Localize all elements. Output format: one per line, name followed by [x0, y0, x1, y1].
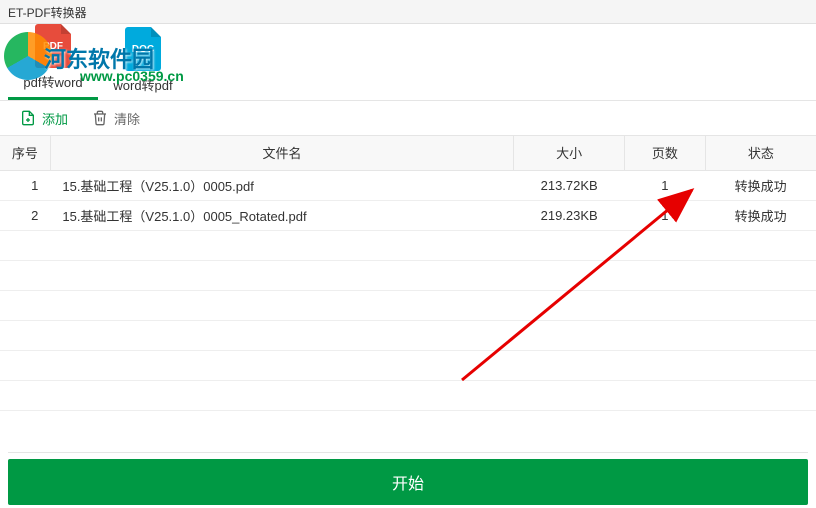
cell-pages: 1 — [625, 200, 706, 230]
tab-word-to-pdf[interactable]: DOC word转pdf — [98, 27, 188, 100]
add-button[interactable]: 添加 — [20, 109, 68, 128]
clear-label: 清除 — [114, 109, 140, 128]
start-button[interactable]: 开始 — [8, 459, 808, 505]
toolbar: 添加 清除 — [0, 100, 816, 136]
title-bar: ET-PDF转换器 — [0, 0, 816, 24]
col-header-pages: 页数 — [625, 136, 706, 170]
cell-size: 213.72KB — [514, 170, 625, 200]
col-header-status: 状态 — [705, 136, 816, 170]
cell-status: 转换成功 — [705, 200, 816, 230]
file-table-container: 序号 文件名 大小 页数 状态 1 15.基础工程（V25.1.0）0005.p… — [0, 136, 816, 438]
table-row[interactable]: 1 15.基础工程（V25.1.0）0005.pdf 213.72KB 1 转换… — [0, 170, 816, 200]
add-file-icon — [20, 110, 36, 126]
table-row — [0, 260, 816, 290]
add-label: 添加 — [42, 109, 68, 128]
file-table: 序号 文件名 大小 页数 状态 1 15.基础工程（V25.1.0）0005.p… — [0, 136, 816, 438]
cell-name: 15.基础工程（V25.1.0）0005_Rotated.pdf — [50, 200, 513, 230]
cell-size: 219.23KB — [514, 200, 625, 230]
table-row — [0, 290, 816, 320]
table-row — [0, 320, 816, 350]
trash-icon — [92, 110, 108, 126]
table-row — [0, 230, 816, 260]
clear-button[interactable]: 清除 — [92, 109, 140, 128]
col-header-index: 序号 — [0, 136, 50, 170]
cell-name: 15.基础工程（V25.1.0）0005.pdf — [50, 170, 513, 200]
col-header-size: 大小 — [514, 136, 625, 170]
bottom-bar: 开始 — [8, 452, 808, 504]
table-row[interactable]: 2 15.基础工程（V25.1.0）0005_Rotated.pdf 219.2… — [0, 200, 816, 230]
tab-label: word转pdf — [98, 75, 188, 94]
tab-pdf-to-word[interactable]: PDF pdf转word — [8, 24, 98, 100]
cell-index: 2 — [0, 200, 50, 230]
table-row — [0, 410, 816, 438]
col-header-name: 文件名 — [50, 136, 513, 170]
window-title: ET-PDF转换器 — [8, 6, 87, 20]
table-row — [0, 380, 816, 410]
doc-file-icon: DOC — [125, 27, 161, 71]
tabs-area: 河东软件园 www.pc0359.cn PDF pdf转word DOC wor… — [0, 24, 816, 100]
pdf-file-icon: PDF — [35, 24, 71, 68]
table-header-row: 序号 文件名 大小 页数 状态 — [0, 136, 816, 170]
table-row — [0, 350, 816, 380]
cell-status: 转换成功 — [705, 170, 816, 200]
tab-label: pdf转word — [8, 72, 98, 91]
cell-pages: 1 — [625, 170, 706, 200]
cell-index: 1 — [0, 170, 50, 200]
